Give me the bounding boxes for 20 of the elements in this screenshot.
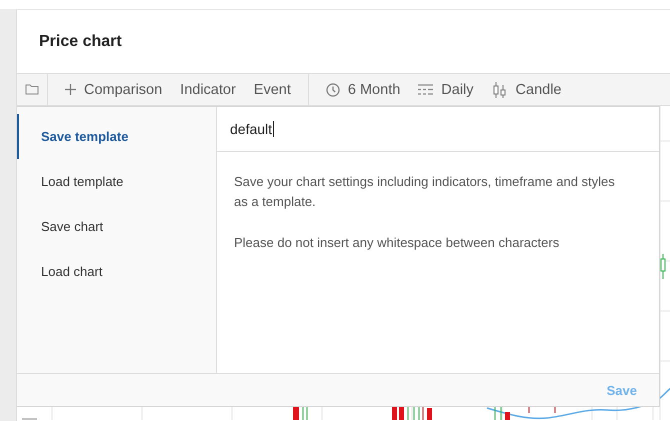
toolbar-button[interactable]: Indicator <box>171 78 245 102</box>
toolbar-button[interactable]: Candle <box>482 76 570 102</box>
plus-icon <box>65 84 76 95</box>
minus-icon <box>22 418 38 420</box>
menu-item[interactable]: Save template <box>17 114 142 159</box>
lines-icon <box>418 84 434 95</box>
toolbar-button[interactable]: 6 Month <box>316 78 410 102</box>
clock-icon <box>326 82 340 96</box>
toolbar-button[interactable]: Comparison <box>56 78 172 102</box>
description-text: Save your chart settings including indicators, timeframe and styles as a template. <box>234 173 616 211</box>
menu-item[interactable]: Load template <box>17 159 138 204</box>
toolbar-button[interactable]: Daily <box>409 78 483 102</box>
window-title: Price chart <box>39 32 122 50</box>
description-text: Please do not insert any whitespace between characters <box>234 234 560 252</box>
folder-icon <box>25 84 39 95</box>
toolbar-button[interactable]: Event <box>244 78 300 102</box>
menu-item[interactable]: Save chart <box>17 204 118 249</box>
menu-item[interactable]: Load chart <box>17 249 116 294</box>
name-input-field[interactable]: default <box>217 107 659 152</box>
candles-icon <box>492 80 508 98</box>
